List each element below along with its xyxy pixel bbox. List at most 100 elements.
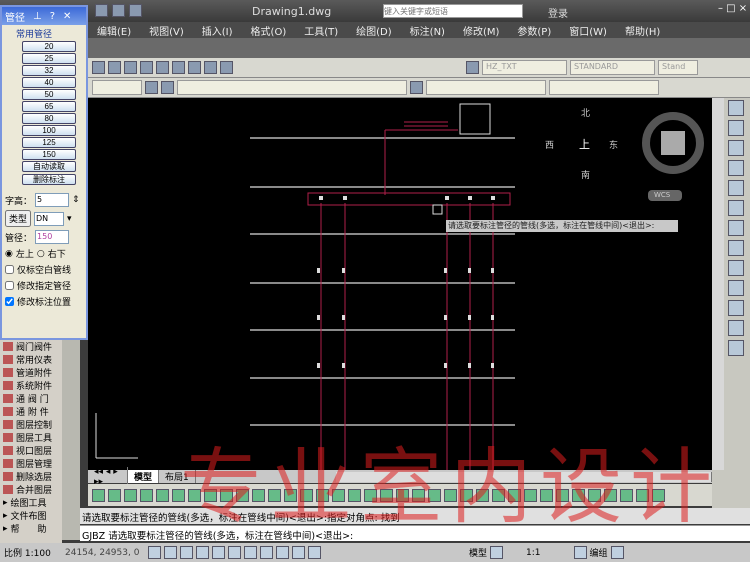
copy-icon[interactable] [140,61,153,74]
palette-item[interactable]: 阀门阀件 [0,340,62,353]
tool-icon-15[interactable] [316,488,329,502]
tool-icon-2[interactable] [108,488,121,502]
otrack-icon[interactable] [228,546,241,559]
qp-icon[interactable] [292,546,305,559]
polar-icon[interactable] [196,546,209,559]
spinner-icon[interactable]: ⇕ [72,195,80,205]
layer-manager-icon[interactable] [161,81,174,94]
login-link[interactable]: 登录 [548,5,568,20]
text-height-input[interactable]: 5 [35,193,70,207]
extend-icon[interactable] [728,300,744,316]
tool-icon-35[interactable] [636,488,649,502]
tool-icon-21[interactable] [412,488,425,502]
erase-icon[interactable] [728,100,744,116]
size-button-100[interactable]: 100 [22,125,76,136]
palette-item[interactable]: 系统附件 [0,379,62,392]
layer-select[interactable] [177,80,407,95]
menu-parameters[interactable]: 参数(P) [508,22,560,38]
tab-layout1[interactable]: 布局1 [159,470,196,483]
type-button[interactable]: 类型 [5,210,32,227]
layer-state-icon[interactable] [410,81,423,94]
text-style-select[interactable]: HZ_TXT [482,60,567,75]
tool-icon-26[interactable] [492,488,505,502]
tool-icon-27[interactable] [508,488,521,502]
match-icon[interactable] [172,61,185,74]
dim-style-select[interactable]: STANDARD [570,60,655,75]
tool-icon-4[interactable] [140,488,153,502]
tool-icon-11[interactable] [252,488,265,502]
pin-icon[interactable]: ⊥ [33,11,42,22]
tool-icon-22[interactable] [428,488,441,502]
tool-icon-16[interactable] [332,488,345,502]
trim-icon[interactable] [728,280,744,296]
scale-icon[interactable] [728,240,744,256]
radio-right-bottom[interactable]: ○ [37,249,45,259]
tool-icon-29[interactable] [540,488,553,502]
tool-icon-6[interactable] [172,488,185,502]
palette-item[interactable]: 删除选层 [0,470,62,483]
tool-icon-7[interactable] [188,488,201,502]
compass-north[interactable]: 北 [581,106,590,119]
undo-icon[interactable] [129,4,142,17]
dyn-icon[interactable] [260,546,273,559]
auto-read-button[interactable]: 自动读取 [22,161,76,172]
tool-icon-19[interactable] [380,488,393,502]
redo-icon[interactable] [188,61,201,74]
snap-icon[interactable] [148,546,161,559]
pan-icon[interactable] [92,61,105,74]
only-blank-checkbox[interactable] [5,265,14,274]
annotation-scale[interactable]: 1:1 [526,548,540,558]
compass-east[interactable]: 东 [609,138,618,151]
tool-icon-20[interactable] [396,488,409,502]
explode-icon[interactable] [728,340,744,356]
palette-item[interactable]: 通 附 件 [0,405,62,418]
sc-icon[interactable] [308,546,321,559]
mirror-icon[interactable] [728,140,744,156]
paste-icon[interactable] [156,61,169,74]
rotate-icon[interactable] [728,220,744,236]
close-icon[interactable]: ✕ [63,11,71,22]
workspace-gear-icon[interactable] [573,546,587,559]
ortho-icon[interactable] [180,546,193,559]
compass-south[interactable]: 南 [581,168,590,181]
modify-specified-checkbox[interactable] [5,281,14,290]
tool-icon-36[interactable] [652,488,665,502]
diameter-input[interactable]: 150 [35,230,70,244]
vertical-scrollbar[interactable] [712,98,724,470]
cut-icon[interactable] [124,61,137,74]
tool-icon-3[interactable] [124,488,137,502]
tool-icon-24[interactable] [460,488,473,502]
tool-icon-12[interactable] [268,488,281,502]
size-button-125[interactable]: 125 [22,137,76,148]
tool-icon-17[interactable] [348,488,361,502]
tool-icon-32[interactable] [588,488,601,502]
tool-icon-1[interactable] [92,488,105,502]
tool-icon-33[interactable] [604,488,617,502]
table-style-select[interactable]: Stand [658,60,698,75]
size-button-40[interactable]: 40 [22,77,76,88]
palette-item[interactable]: 常用仪表 [0,353,62,366]
gear-icon[interactable] [145,81,158,94]
menu-edit[interactable]: 编辑(E) [88,22,140,38]
tool-icon-28[interactable] [524,488,537,502]
tool-icon-23[interactable] [444,488,457,502]
compass-west[interactable]: 西 [545,138,554,151]
palette-item[interactable]: 合并图层 [0,483,62,496]
command-line-input[interactable]: GJBZ 请选取要标注管径的管线(多选，标注在管线中间)<退出>: [80,525,750,542]
zoom-icon[interactable] [108,61,121,74]
dialog-titlebar[interactable]: 管径 ⊥? ✕ [2,7,86,25]
menu-modify[interactable]: 修改(M) [454,22,508,38]
help-icon[interactable]: ? [50,11,55,22]
palette-item[interactable]: 管道附件 [0,366,62,379]
lightbulb-icon[interactable] [610,546,624,559]
palette-item[interactable]: 图层控制 [0,418,62,431]
size-button-65[interactable]: 65 [22,101,76,112]
tool-icon-5[interactable] [156,488,169,502]
model-button[interactable]: 模型 [469,546,487,559]
drawing-canvas[interactable]: 北 南 东 西 上 WCS [88,98,712,470]
tool-icon-30[interactable] [556,488,569,502]
size-button-80[interactable]: 80 [22,113,76,124]
tool-icon-34[interactable] [620,488,633,502]
text-style-icon[interactable] [466,61,479,74]
modify-position-checkbox[interactable] [5,297,14,306]
